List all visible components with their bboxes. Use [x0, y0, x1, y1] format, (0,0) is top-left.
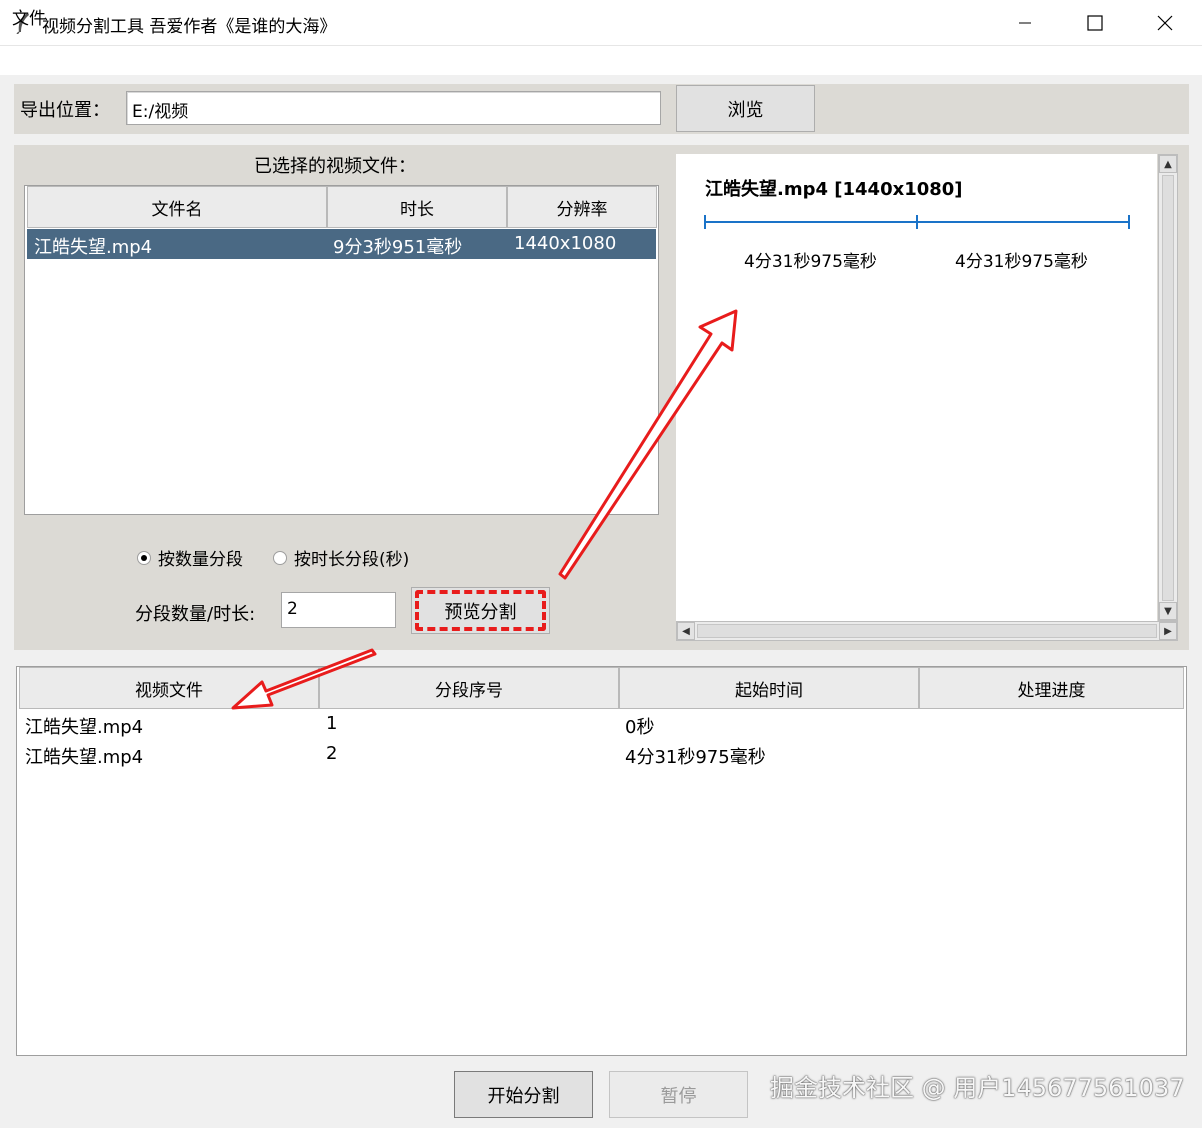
scroll-up-arrow-icon[interactable]: ▲	[1159, 155, 1177, 173]
radio-indicator	[137, 550, 151, 565]
table-row[interactable]: 江皓失望.mp4 2 4分31秒975毫秒	[19, 741, 1184, 771]
radio-label: 按数量分段	[158, 550, 243, 570]
browse-button[interactable]: 浏览	[676, 85, 815, 132]
scroll-thumb[interactable]	[1162, 175, 1174, 601]
watermark: 掘金技术社区 @ 用户145677561037	[770, 1074, 1185, 1102]
column-header-filename[interactable]: 文件名	[27, 186, 327, 228]
column-header-segment-index[interactable]: 分段序号	[319, 667, 619, 709]
maximize-icon	[1087, 15, 1103, 31]
segment-index-cell: 2	[326, 743, 338, 764]
column-header-resolution[interactable]: 分辨率	[507, 186, 657, 228]
scroll-right-arrow-icon[interactable]: ▶	[1159, 622, 1177, 640]
preview-vertical-scrollbar[interactable]: ▲ ▼	[1158, 154, 1178, 621]
minimize-button[interactable]	[990, 0, 1060, 46]
window-title: 视频分割工具 吾爱作者《是谁的大海》	[42, 17, 337, 37]
file-duration-cell: 9分3秒951毫秒	[333, 237, 463, 258]
segment-file-cell: 江皓失望.mp4	[25, 717, 144, 738]
scroll-thumb[interactable]	[697, 624, 1157, 638]
export-label: 导出位置：	[20, 100, 110, 121]
close-button[interactable]	[1130, 0, 1200, 46]
scroll-left-arrow-icon[interactable]: ◀	[677, 622, 695, 640]
close-icon	[1157, 15, 1173, 31]
pause-button[interactable]: 暂停	[609, 1071, 748, 1118]
segment-index-cell: 1	[326, 713, 338, 734]
segments-table[interactable]: 视频文件 分段序号 起始时间 处理进度 江皓失望.mp4 1 0秒 江皓失望.m…	[16, 666, 1187, 1056]
table-row[interactable]: 江皓失望.mp4 1 0秒	[19, 711, 1184, 741]
segment-duration-label: 4分31秒975毫秒	[744, 252, 877, 272]
scroll-down-arrow-icon[interactable]: ▼	[1159, 602, 1177, 620]
maximize-button[interactable]	[1060, 0, 1130, 46]
table-row[interactable]: 江皓失望.mp4 9分3秒951毫秒 1440x1080	[27, 229, 656, 259]
file-name-cell: 江皓失望.mp4	[34, 237, 153, 258]
column-header-start-time[interactable]: 起始时间	[619, 667, 919, 709]
column-header-progress[interactable]: 处理进度	[919, 667, 1184, 709]
selected-files-table[interactable]: 文件名 时长 分辨率 江皓失望.mp4 9分3秒951毫秒 1440x1080	[24, 185, 659, 515]
column-header-video-file[interactable]: 视频文件	[19, 667, 319, 709]
menu-file[interactable]: 文件	[10, 4, 48, 29]
export-path-input[interactable]: E:/视频	[126, 91, 661, 125]
segment-duration-label: 4分31秒975毫秒	[955, 252, 1088, 272]
selected-files-heading: 已选择的视频文件：	[254, 156, 416, 177]
radio-label: 按时长分段(秒)	[294, 550, 410, 570]
segment-timeline	[704, 215, 1130, 229]
menu-bar	[0, 47, 1202, 75]
radio-split-by-count[interactable]: 按数量分段	[137, 545, 243, 570]
segment-start-cell: 0秒	[625, 717, 655, 738]
radio-split-by-duration[interactable]: 按时长分段(秒)	[273, 545, 409, 570]
start-split-button[interactable]: 开始分割	[454, 1071, 593, 1118]
preview-split-button[interactable]: 预览分割	[411, 587, 550, 634]
segment-count-label: 分段数量/时长:	[135, 604, 256, 625]
segment-start-cell: 4分31秒975毫秒	[625, 747, 766, 768]
radio-indicator	[273, 550, 287, 565]
segment-file-cell: 江皓失望.mp4	[25, 747, 144, 768]
preview-title: 江皓失望.mp4 [1440x1080]	[705, 179, 963, 200]
column-header-duration[interactable]: 时长	[327, 186, 507, 228]
preview-horizontal-scrollbar[interactable]: ◀ ▶	[676, 621, 1178, 641]
segment-count-input[interactable]: 2	[281, 592, 396, 628]
minimize-icon	[1019, 22, 1031, 24]
file-resolution-cell: 1440x1080	[514, 233, 617, 254]
